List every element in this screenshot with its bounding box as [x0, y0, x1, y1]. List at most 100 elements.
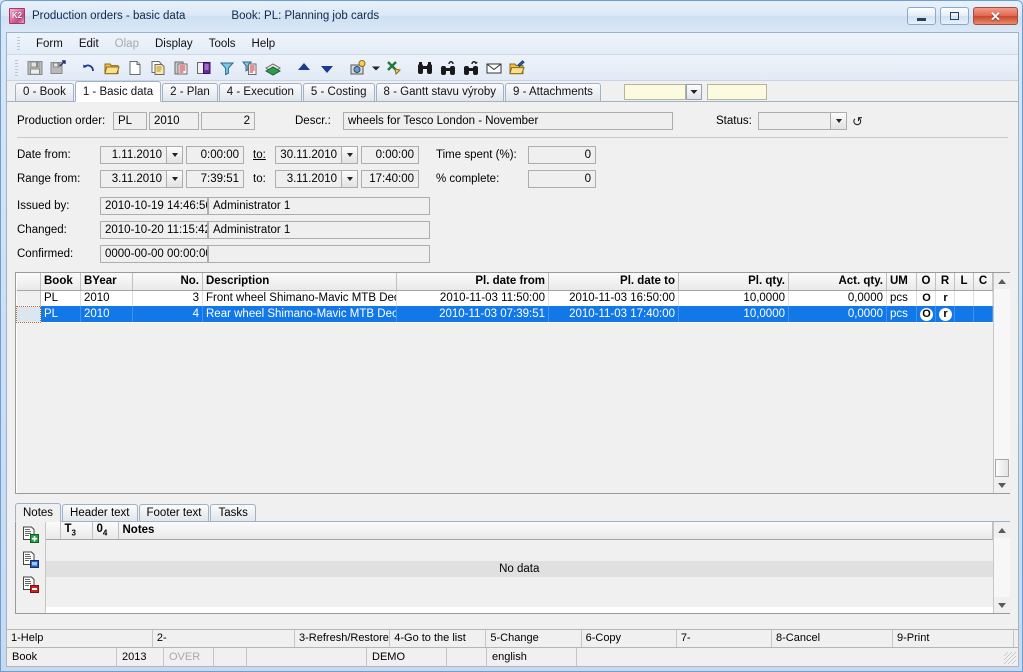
tab-combo-dropdown-icon[interactable]	[685, 84, 702, 100]
range-to-field[interactable]: 3.11.2010	[275, 170, 341, 188]
col-o[interactable]: O	[916, 273, 936, 291]
col-l[interactable]: L	[954, 273, 974, 291]
save-icon[interactable]	[24, 57, 46, 79]
tab-8-gantt[interactable]: 8 - Gantt stavu výroby	[375, 83, 505, 101]
save-as-icon[interactable]	[47, 57, 69, 79]
camera-settings-icon[interactable]	[347, 57, 369, 79]
table-row[interactable]: PL 2010 3 Front wheel Shimano-Mavic MTB …	[16, 290, 993, 306]
notes-scroll-up-icon[interactable]	[993, 522, 1010, 538]
resize-grip-icon[interactable]	[1004, 652, 1016, 664]
col-description[interactable]: Description	[202, 273, 397, 291]
menu-item-form[interactable]: Form	[28, 36, 71, 52]
tab-2-plan[interactable]: 2 - Plan	[162, 83, 218, 101]
notes-scroll-down-icon[interactable]	[993, 597, 1010, 613]
notes-col-blank[interactable]	[46, 522, 61, 540]
date-to-time-field[interactable]: 0:00:00	[361, 146, 419, 164]
open-folder-icon[interactable]	[101, 57, 123, 79]
production-order-book-field[interactable]: PL	[113, 112, 147, 130]
scroll-down-icon[interactable]	[993, 477, 1010, 493]
production-order-year-field[interactable]: 2010	[149, 112, 199, 130]
fn-key-7[interactable]: 7-	[677, 630, 773, 647]
dropdown-caret-icon[interactable]	[370, 57, 382, 79]
bottom-tab-tasks[interactable]: Tasks	[210, 504, 256, 521]
date-from-combo[interactable]: 1.11.2010	[100, 146, 183, 164]
date-to-field[interactable]: 30.11.2010	[275, 146, 341, 164]
tab-0-book[interactable]: 0 - Book	[15, 83, 74, 101]
time-spent-field[interactable]: 0	[528, 146, 596, 164]
fn-key-5-change[interactable]: 5-Change	[486, 630, 582, 647]
col-book[interactable]: Book	[40, 273, 81, 291]
date-from-time-field[interactable]: 0:00:00	[186, 146, 244, 164]
new-document-icon[interactable]	[124, 57, 146, 79]
grid-scroll-track[interactable]	[993, 289, 1010, 477]
date-to-combo[interactable]: 30.11.2010	[275, 146, 358, 164]
range-from-time-field[interactable]: 7:39:51	[186, 170, 244, 188]
col-marker[interactable]	[16, 273, 41, 291]
export-excel-icon[interactable]	[383, 57, 405, 79]
col-no[interactable]: No.	[132, 273, 203, 291]
fn-key-10-menu[interactable]: 10-Menu	[1014, 630, 1018, 647]
bottom-tab-header-text[interactable]: Header text	[62, 504, 138, 521]
col-r[interactable]: R	[935, 273, 955, 291]
status-dropdown-icon[interactable]	[830, 112, 847, 130]
fn-key-3-refresh-restore[interactable]: 3-Refresh/Restore	[295, 630, 391, 647]
copy-icon[interactable]	[147, 57, 169, 79]
col-pl-date-to[interactable]: Pl. date to	[548, 273, 679, 291]
col-pl-date-from[interactable]: Pl. date from	[396, 273, 549, 291]
filter-icon[interactable]	[216, 57, 238, 79]
table-row[interactable]: PL 2010 4 Rear wheel Shimano-Mavic MTB D…	[16, 305, 993, 323]
find-next-icon[interactable]	[460, 57, 482, 79]
binoculars-icon[interactable]	[414, 57, 436, 79]
menu-item-tools[interactable]: Tools	[201, 36, 244, 52]
grid-vertical-scrollbar[interactable]	[993, 273, 1010, 493]
layers-icon[interactable]	[262, 57, 284, 79]
tab-combo[interactable]	[623, 84, 702, 100]
scroll-up-icon[interactable]	[993, 273, 1010, 289]
add-note-icon[interactable]	[22, 526, 39, 546]
percent-complete-field[interactable]: 0	[528, 170, 596, 188]
col-c[interactable]: C	[973, 273, 993, 291]
notes-col-notes[interactable]: Notes	[118, 522, 993, 540]
range-to-dropdown-icon[interactable]	[341, 170, 358, 188]
filter-document-icon[interactable]	[239, 57, 261, 79]
range-to-combo[interactable]: 3.11.2010	[275, 170, 358, 188]
col-byear[interactable]: BYear	[80, 273, 133, 291]
notes-col-t[interactable]: T3	[60, 522, 93, 540]
delete-note-icon[interactable]	[22, 576, 39, 596]
fn-key-6-copy[interactable]: 6-Copy	[582, 630, 677, 647]
date-from-dropdown-icon[interactable]	[166, 146, 183, 164]
fn-key-1-help[interactable]: 1-Help	[7, 630, 153, 647]
col-um[interactable]: UM	[886, 273, 917, 291]
edit-note-icon[interactable]	[22, 551, 39, 571]
paste-document-icon[interactable]	[170, 57, 192, 79]
close-button[interactable]: ✕	[973, 7, 1018, 25]
notes-scroll-track[interactable]	[993, 538, 1010, 597]
tab-1-basic-data[interactable]: 1 - Basic data	[74, 81, 162, 102]
fn-key-9-print[interactable]: 9-Print	[893, 630, 1015, 647]
bottom-tab-notes[interactable]: Notes	[15, 503, 62, 522]
notes-vertical-scrollbar[interactable]	[993, 522, 1010, 613]
minimize-button[interactable]	[907, 7, 936, 25]
notes-col-zero[interactable]: 04	[92, 522, 119, 540]
mail-icon[interactable]	[483, 57, 505, 79]
tab-text-field[interactable]	[706, 84, 767, 100]
tab-combo-input[interactable]	[623, 84, 686, 100]
date-from-field[interactable]: 1.11.2010	[100, 146, 166, 164]
tab-5-costing[interactable]: 5 - Costing	[302, 83, 375, 101]
production-order-no-field[interactable]: 2	[201, 112, 255, 130]
range-from-field[interactable]: 3.11.2010	[100, 170, 166, 188]
col-act-qty[interactable]: Act. qty.	[788, 273, 887, 291]
menu-item-display[interactable]: Display	[147, 36, 201, 52]
menu-item-edit[interactable]: Edit	[71, 36, 107, 52]
descr-field[interactable]: wheels for Tesco London - November	[343, 112, 673, 130]
find-previous-icon[interactable]	[437, 57, 459, 79]
date-to-dropdown-icon[interactable]	[341, 146, 358, 164]
status-combo[interactable]	[758, 112, 847, 130]
grid-scroll-thumb[interactable]	[994, 459, 1009, 477]
tab-9-attachments[interactable]: 9 - Attachments	[505, 83, 601, 101]
range-from-dropdown-icon[interactable]	[166, 170, 183, 188]
col-pl-qty[interactable]: Pl. qty.	[678, 273, 789, 291]
row-marker[interactable]	[16, 290, 41, 306]
open-edit-icon[interactable]	[506, 57, 528, 79]
bottom-tab-footer-text[interactable]: Footer text	[138, 504, 210, 521]
